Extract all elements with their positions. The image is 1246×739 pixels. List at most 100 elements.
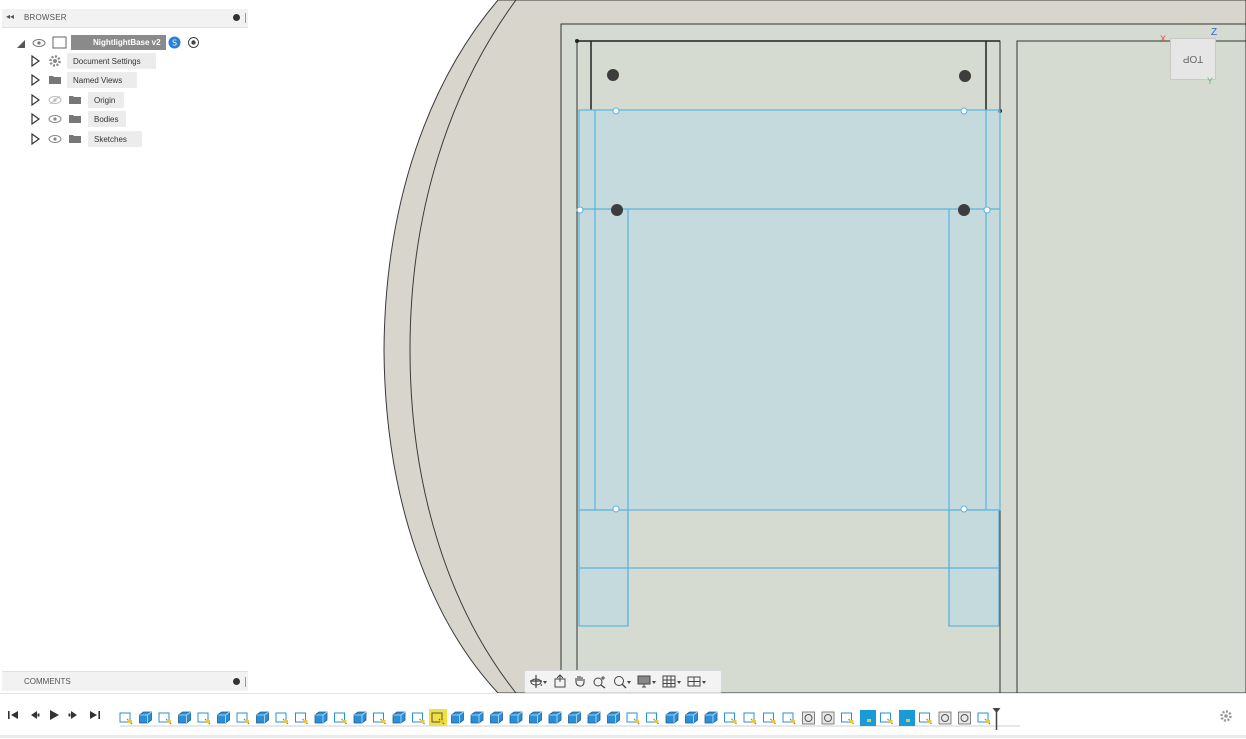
chevron-down-icon[interactable]: [542, 674, 548, 689]
pan-hand-icon[interactable]: [572, 674, 588, 689]
timeline-sketch-icon[interactable]: [334, 712, 347, 725]
chevron-down-icon[interactable]: [701, 674, 707, 689]
browser-item-bodies[interactable]: Bodies: [30, 111, 160, 127]
timeline-body-icon[interactable]: [607, 711, 620, 724]
timeline-sketch-icon[interactable]: [646, 712, 659, 725]
timeline-body-icon[interactable]: [451, 711, 464, 724]
timeline-body-icon[interactable]: [548, 711, 562, 724]
timeline-revolve-icon[interactable]: [802, 711, 815, 725]
browser-root-node[interactable]: NightlightBase v2 S: [14, 35, 214, 51]
timeline-body-icon[interactable]: [665, 711, 679, 724]
timeline-revolve-icon[interactable]: [821, 711, 835, 725]
step-forward-icon[interactable]: [68, 709, 80, 721]
browser-item-label-box[interactable]: Bodies: [88, 111, 126, 127]
timeline-body-icon[interactable]: [568, 711, 581, 724]
pin-icon[interactable]: [233, 14, 240, 21]
panel-resize-handle[interactable]: [245, 13, 246, 23]
timeline-sketch-icon[interactable]: [412, 712, 425, 725]
chevron-down-icon[interactable]: [626, 674, 632, 689]
timeline-sketch-icon[interactable]: [880, 712, 893, 725]
timeline-sketch-icon[interactable]: [841, 712, 854, 725]
timeline-body-icon[interactable]: [587, 711, 601, 724]
radio-activate-icon[interactable]: [187, 36, 200, 49]
eye-icon[interactable]: [48, 134, 62, 144]
browser-item-label-box[interactable]: Document Settings: [67, 53, 156, 69]
timeline-appearance-icon[interactable]: [899, 710, 915, 726]
timeline-bar: [0, 693, 1246, 739]
timeline-sketch-icon[interactable]: [977, 712, 991, 725]
zoom-icon[interactable]: [592, 674, 608, 689]
timeline-marker[interactable]: [992, 708, 1001, 730]
collapsed-triangle-icon[interactable]: [30, 113, 40, 125]
timeline-sketch-icon[interactable]: [782, 712, 796, 725]
look-at-icon[interactable]: [552, 674, 568, 689]
timeline-sketch-icon[interactable]: [626, 712, 640, 725]
timeline-track[interactable]: [115, 708, 1045, 730]
chevron-down-icon[interactable]: [651, 674, 657, 689]
browser-item-label-box[interactable]: Sketches: [88, 131, 142, 147]
expanded-triangle-icon[interactable]: [16, 37, 26, 49]
comments-panel-header[interactable]: COMMENTS: [2, 671, 248, 691]
timeline-sketch-icon[interactable]: [236, 712, 250, 725]
timeline-body-icon[interactable]: [178, 711, 191, 724]
collapsed-triangle-icon[interactable]: [30, 55, 40, 67]
collapsed-triangle-icon[interactable]: [30, 133, 40, 145]
chevron-down-icon[interactable]: [676, 674, 682, 689]
timeline-body-icon[interactable]: [353, 711, 367, 724]
collapsed-triangle-icon[interactable]: [30, 74, 40, 86]
timeline-settings-gear-icon[interactable]: [1219, 709, 1233, 723]
timeline-sketch-selected-icon[interactable]: [429, 709, 447, 726]
pin-icon[interactable]: [233, 678, 240, 685]
timeline-sketch-icon[interactable]: [119, 712, 133, 725]
timeline-sketch-icon[interactable]: [158, 712, 172, 725]
timeline-body-icon[interactable]: [704, 711, 718, 724]
timeline-sketch-icon[interactable]: [743, 712, 757, 725]
view-cube[interactable]: TOP: [1170, 38, 1216, 80]
timeline-sketch-icon[interactable]: [295, 712, 308, 725]
browser-item-label-box[interactable]: Named Views: [67, 72, 137, 88]
timeline-sketch-icon[interactable]: [373, 712, 386, 725]
timeline-sketch-icon[interactable]: [763, 712, 776, 725]
timeline-body-icon[interactable]: [470, 711, 484, 724]
browser-panel-header[interactable]: ◂◂ BROWSER: [2, 9, 248, 28]
browser-item-document-settings[interactable]: Document Settings: [30, 53, 160, 69]
view-cube-face-label: TOP: [1182, 53, 1204, 64]
browser-item-label-box[interactable]: Origin: [88, 92, 124, 108]
grid-settings-icon[interactable]: [661, 674, 677, 689]
root-component-label[interactable]: NightlightBase v2: [71, 35, 166, 50]
timeline-body-icon[interactable]: [256, 711, 269, 724]
timeline-body-icon[interactable]: [392, 711, 406, 724]
go-to-start-icon[interactable]: [7, 709, 19, 721]
timeline-body-icon[interactable]: [685, 711, 698, 724]
timeline-sketch-icon[interactable]: [724, 712, 737, 725]
collapse-chevron-icon[interactable]: ◂◂: [6, 12, 14, 21]
step-back-icon[interactable]: [28, 709, 40, 721]
browser-item-named-views[interactable]: Named Views: [30, 72, 160, 88]
timeline-appearance-icon[interactable]: [860, 710, 876, 726]
viewports-icon[interactable]: [686, 674, 702, 689]
timeline-revolve-icon[interactable]: [938, 711, 952, 725]
timeline-body-icon[interactable]: [490, 711, 503, 724]
display-settings-icon[interactable]: [636, 674, 652, 689]
timeline-sketch-icon[interactable]: [275, 712, 289, 725]
timeline-body-icon[interactable]: [509, 711, 523, 724]
collapsed-triangle-icon[interactable]: [30, 94, 40, 106]
comments-title: COMMENTS: [24, 677, 71, 686]
timeline-sketch-icon[interactable]: [919, 712, 932, 725]
panel-resize-handle[interactable]: [245, 677, 246, 687]
play-icon[interactable]: [48, 709, 60, 721]
eye-icon[interactable]: [32, 38, 46, 48]
timeline-revolve-icon[interactable]: [958, 711, 971, 725]
timeline-sketch-icon[interactable]: [197, 712, 211, 725]
go-to-end-icon[interactable]: [89, 709, 101, 721]
timeline-body-icon[interactable]: [139, 711, 152, 724]
browser-item-origin[interactable]: Origin: [30, 92, 160, 108]
activate-component-icon[interactable]: S: [168, 36, 181, 49]
browser-item-sketches[interactable]: Sketches: [30, 131, 160, 147]
timeline-body-icon[interactable]: [217, 711, 230, 724]
design-viewport[interactable]: [0, 0, 1246, 693]
eye-icon[interactable]: [48, 114, 62, 124]
timeline-body-icon[interactable]: [314, 711, 328, 724]
eye-hidden-icon[interactable]: [48, 95, 62, 105]
timeline-body-icon[interactable]: [529, 711, 542, 724]
